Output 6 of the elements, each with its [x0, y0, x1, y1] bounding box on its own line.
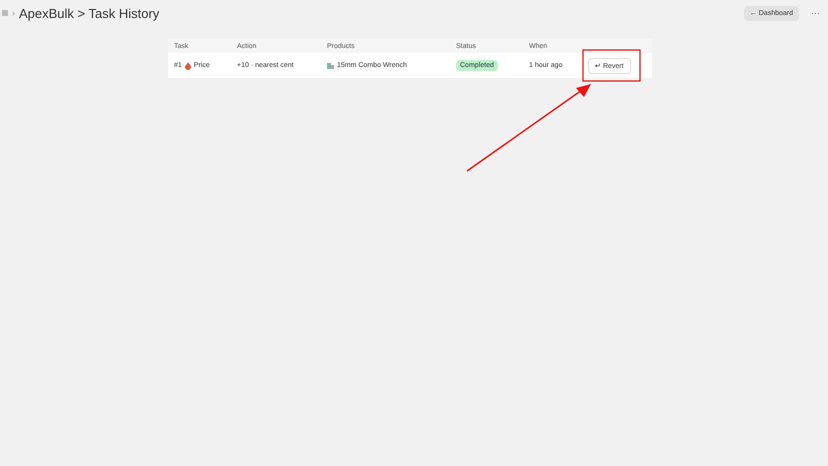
breadcrumb-separator: ›: [12, 8, 15, 18]
product-icon: [327, 62, 334, 69]
sidebar-icon[interactable]: [2, 10, 8, 16]
page-title: ApexBulk > Task History: [19, 6, 160, 20]
highlight-box: [582, 49, 641, 82]
more-button[interactable]: ···: [811, 8, 820, 18]
